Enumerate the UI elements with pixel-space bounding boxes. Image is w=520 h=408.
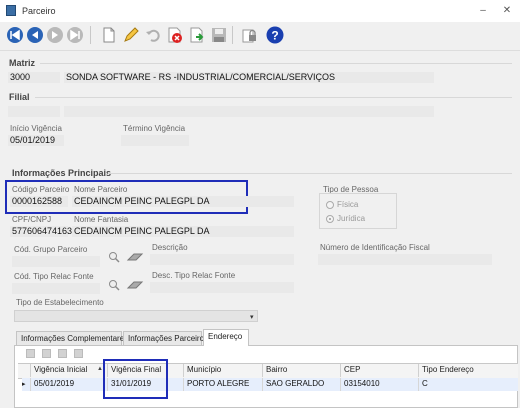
- search-icon[interactable]: [108, 279, 120, 291]
- tipo-estabelecimento-label: Tipo de Estabelecimento: [16, 298, 104, 307]
- termino-vigencia-label: Término Vigência: [123, 124, 186, 133]
- grid-new-icon[interactable]: [26, 349, 35, 358]
- close-button[interactable]: ✕: [500, 4, 514, 18]
- next-record-icon[interactable]: [46, 26, 64, 44]
- toolbar-separator: [232, 26, 233, 44]
- previous-record-icon[interactable]: [26, 26, 44, 44]
- undo-icon[interactable]: [144, 26, 162, 44]
- matriz-code: 3000: [10, 72, 31, 82]
- inicio-vigencia-label: Início Vigência: [10, 124, 62, 133]
- grupo-parceiro-field[interactable]: [12, 256, 100, 267]
- desc-tipo-relac-field[interactable]: [150, 282, 294, 293]
- filial-code-field[interactable]: [8, 106, 60, 117]
- last-record-icon[interactable]: [66, 26, 84, 44]
- col-vigencia-inicial[interactable]: Vigência Inicial: [30, 364, 106, 377]
- minimize-button[interactable]: –: [476, 4, 490, 18]
- grid-save-icon[interactable]: [74, 349, 83, 358]
- nome-parceiro-value: CEDAINCM PEINC PALEGPL DA: [74, 196, 210, 206]
- eraser-icon[interactable]: [126, 280, 144, 290]
- col-municipio[interactable]: Município: [183, 364, 262, 377]
- col-cep[interactable]: CEP: [340, 364, 418, 377]
- section-filial: Filial: [9, 92, 30, 102]
- col-tipo-endereco[interactable]: Tipo Endereço: [418, 364, 518, 377]
- grid-edit-icon[interactable]: [42, 349, 51, 358]
- divider: [35, 97, 512, 98]
- tipo-relac-field[interactable]: [12, 283, 100, 294]
- nif-field[interactable]: [318, 254, 492, 265]
- new-document-icon[interactable]: [100, 26, 118, 44]
- juridica-label: Jurídica: [337, 214, 366, 223]
- cell-vig-ini: 05/01/2019: [30, 378, 106, 391]
- codigo-parceiro-label: Código Parceiro: [12, 185, 70, 194]
- cnpj-label: CPF/CNPJ: [12, 215, 52, 224]
- desc-tipo-relac-label: Desc. Tipo Relac Fonte: [152, 271, 236, 280]
- nif-label: Número de Identificação Fiscal: [320, 243, 430, 252]
- section-matriz: Matriz: [9, 58, 36, 68]
- cell-municipio: PORTO ALEGRE: [183, 378, 262, 391]
- chevron-down-icon[interactable]: ▾: [250, 313, 254, 321]
- search-icon[interactable]: [108, 251, 120, 263]
- delete-icon[interactable]: [166, 26, 184, 44]
- radio-fisica[interactable]: [326, 201, 334, 209]
- tipo-pessoa-group: [319, 193, 397, 229]
- row-selector-icon: ▸: [22, 381, 26, 388]
- tab-endereco[interactable]: Endereço: [203, 329, 249, 346]
- first-record-icon[interactable]: [6, 26, 24, 44]
- tab-info-complementares[interactable]: Informações Complementares: [16, 331, 128, 345]
- cell-cep: 03154010: [340, 378, 418, 391]
- section-info-principais: Informações Principais: [12, 168, 112, 178]
- inicio-vigencia-value: 05/01/2019: [10, 135, 56, 145]
- termino-vigencia-field[interactable]: [121, 135, 189, 146]
- highlight-box: [103, 359, 168, 399]
- edit-icon[interactable]: [122, 26, 140, 44]
- matriz-name: SONDA SOFTWARE - RS -INDUSTRIAL/COMERCIA…: [66, 72, 336, 82]
- descricao-label: Descrição: [152, 243, 188, 252]
- descricao-field[interactable]: [150, 254, 294, 265]
- col-bairro[interactable]: Bairro: [262, 364, 340, 377]
- svg-text:?: ?: [271, 29, 278, 43]
- divider: [108, 173, 512, 174]
- tab-info-parceiro[interactable]: Informações Parceiro: [123, 331, 204, 345]
- save-icon[interactable]: [210, 26, 228, 44]
- window-title: Parceiro: [22, 6, 56, 16]
- fisica-label: Física: [337, 200, 359, 209]
- tipo-estabelecimento-select[interactable]: [14, 310, 258, 322]
- tipo-relac-label: Cód. Tipo Relac Fonte: [14, 272, 94, 281]
- nome-parceiro-label: Nome Parceiro: [74, 185, 128, 194]
- lock-icon[interactable]: [240, 26, 258, 44]
- eraser-icon[interactable]: [126, 252, 144, 262]
- codigo-parceiro-value: 0000162588: [12, 196, 63, 206]
- grid-delete-icon[interactable]: [58, 349, 67, 358]
- radio-juridica[interactable]: [326, 215, 334, 223]
- nome-fantasia-value: CEDAINCM PEINC PALEGPL DA: [74, 226, 210, 236]
- grupo-parceiro-label: Cód. Grupo Parceiro: [14, 245, 88, 254]
- toolbar-separator: [90, 26, 91, 44]
- cell-tipo: C: [418, 378, 518, 391]
- divider: [40, 63, 512, 64]
- export-icon[interactable]: [188, 26, 206, 44]
- title-bar: [0, 0, 520, 23]
- help-icon[interactable]: ?: [266, 26, 284, 44]
- app-icon: [6, 5, 16, 16]
- cell-bairro: SAO GERALDO: [262, 378, 340, 391]
- filial-name-field[interactable]: [64, 106, 434, 117]
- nome-fantasia-label: Nome Fantasia: [74, 215, 129, 224]
